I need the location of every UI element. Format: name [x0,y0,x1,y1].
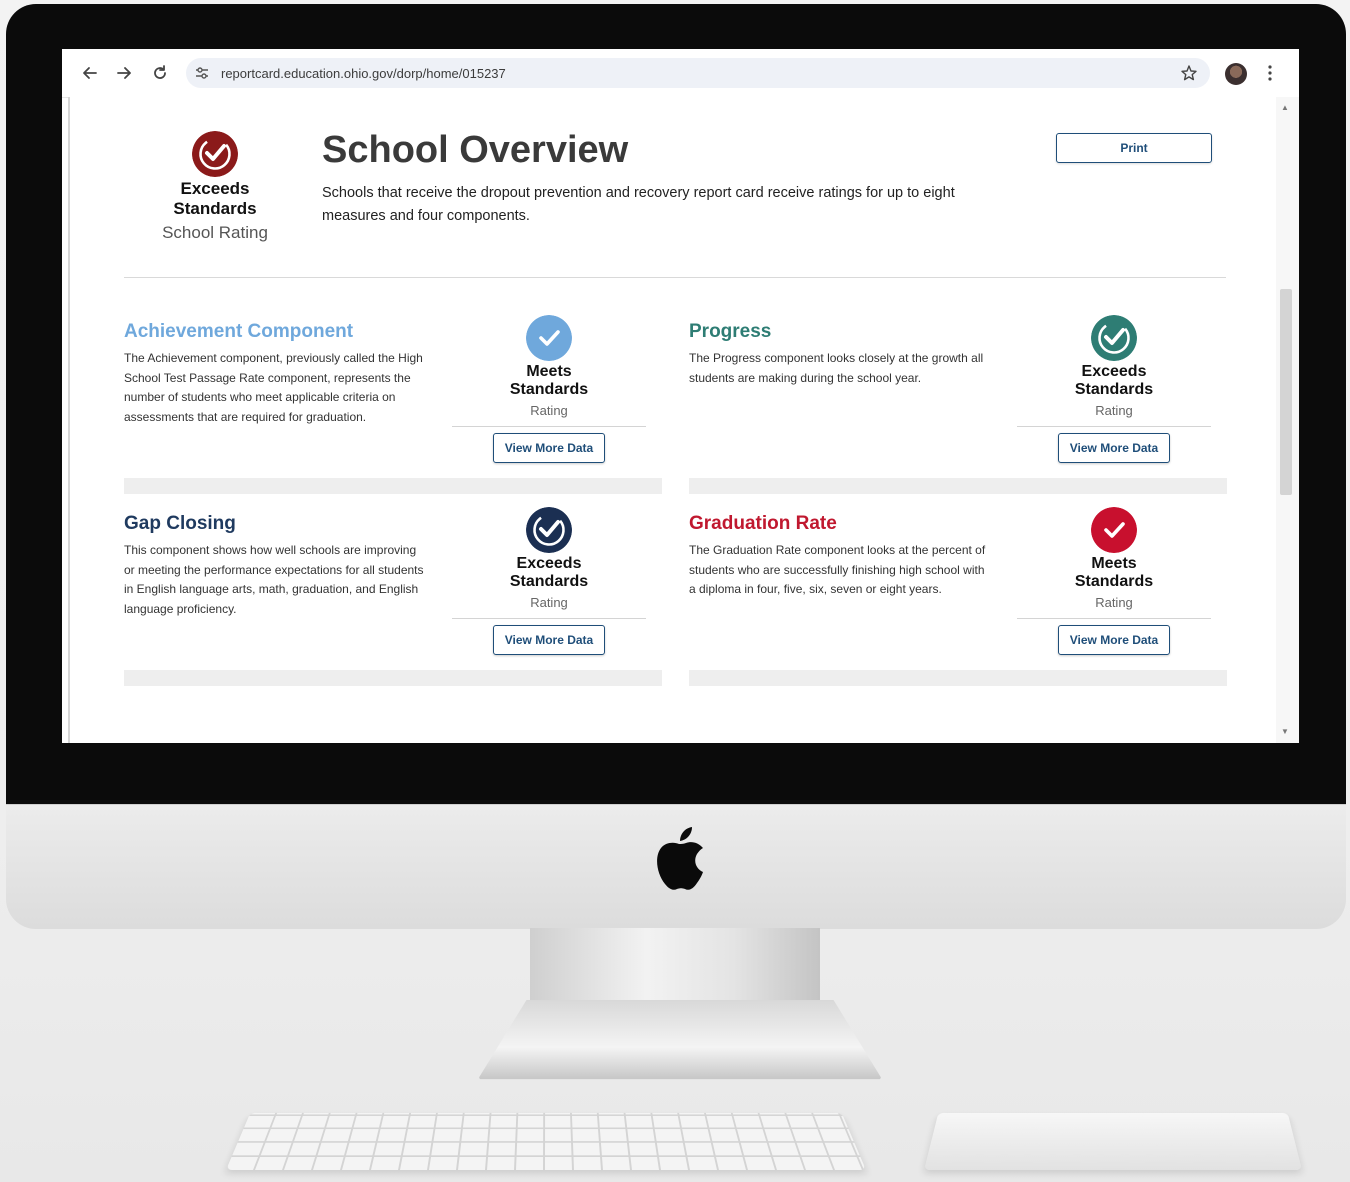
component-title: Gap Closing [124,513,236,534]
overall-rating-line1: Exceeds [180,179,250,198]
component-description: The Graduation Rate component looks at t… [689,543,986,596]
card-bottom-bar [689,670,1227,686]
view-more-data-button[interactable]: View More Data [493,433,605,463]
component-description: This component shows how well schools ar… [124,543,424,616]
check-badge-icon [1091,315,1137,361]
view-more-data-button[interactable]: View More Data [493,625,605,655]
component-rating: Exceeds Standards Rating View More Data [1017,315,1211,463]
rating-label: Rating [530,595,568,610]
screen: reportcard.education.ohio.gov/dorp/home/… [62,49,1299,743]
overall-rating-line2: Standards [173,199,257,218]
rating-line2: Standards [509,573,589,590]
rating-divider [1017,618,1211,619]
component-description: The Progress component looks closely at … [689,351,984,385]
profile-avatar[interactable] [1225,63,1247,85]
page-content: Exceeds Standards School Rating School O… [68,97,1278,743]
more-menu-icon[interactable] [1262,63,1278,83]
scroll-up-icon[interactable]: ▲ [1281,103,1289,112]
component-card-gap-closing: Gap Closing This component shows how wel… [124,507,662,689]
overall-school-rating: Exceeds Standards School Rating [140,131,290,243]
check-badge-icon [526,315,572,361]
component-title: Graduation Rate [689,513,837,534]
imac-stand-foot [478,1000,882,1080]
back-icon[interactable] [80,63,100,83]
check-badge-icon [192,131,238,177]
site-settings-icon[interactable] [194,65,210,81]
component-description: The Achievement component, previously ca… [124,351,423,424]
component-card-achievement: Achievement Component The Achievement co… [124,315,662,497]
rating-line1: Meets [526,363,572,380]
card-bottom-bar [124,670,662,686]
trackpad [924,1112,1302,1170]
rating-label: Rating [530,403,568,418]
component-card-progress: Progress The Progress component looks cl… [689,315,1227,497]
rating-line2: Standards [509,381,589,398]
component-rating: Meets Standards Rating View More Data [452,315,646,463]
rating-line1: Meets [1091,555,1137,572]
rating-line2: Standards [1074,381,1154,398]
view-more-data-button[interactable]: View More Data [1058,625,1170,655]
browser-toolbar: reportcard.education.ohio.gov/dorp/home/… [62,49,1299,98]
url-text[interactable]: reportcard.education.ohio.gov/dorp/home/… [221,66,506,81]
card-bottom-bar [689,478,1227,494]
component-card-graduation-rate: Graduation Rate The Graduation Rate comp… [689,507,1227,689]
rating-divider [452,426,646,427]
reload-icon[interactable] [150,63,170,83]
card-bottom-bar [124,478,662,494]
apple-logo-icon [657,827,703,890]
scrollbar-thumb[interactable] [1280,289,1292,495]
rating-divider [1017,426,1211,427]
rating-label: Rating [1095,403,1133,418]
check-badge-icon [526,507,572,553]
keyboard [226,1112,866,1170]
page-description: Schools that receive the dropout prevent… [322,185,955,224]
component-title: Progress [689,321,772,342]
rating-line2: Standards [1074,573,1154,590]
component-rating: Meets Standards Rating View More Data [1017,507,1211,655]
page-scrollbar[interactable]: ▲ ▼ [1276,97,1299,743]
forward-icon[interactable] [114,63,134,83]
check-badge-icon [1091,507,1137,553]
rating-line1: Exceeds [516,555,582,572]
page-title: School Overview [322,129,629,171]
rating-line1: Exceeds [1081,363,1147,380]
scroll-down-icon[interactable]: ▼ [1281,727,1289,736]
address-bar[interactable]: reportcard.education.ohio.gov/dorp/home/… [186,58,1210,88]
bookmark-star-icon[interactable] [1180,64,1198,82]
component-rating: Exceeds Standards Rating View More Data [452,507,646,655]
print-button[interactable]: Print [1056,133,1212,163]
section-divider [124,277,1226,278]
component-title: Achievement Component [124,321,354,342]
rating-divider [452,618,646,619]
view-more-data-button[interactable]: View More Data [1058,433,1170,463]
rating-label: Rating [1095,595,1133,610]
imac-stand-neck [530,928,820,1008]
overall-rating-label: School Rating [162,223,268,242]
